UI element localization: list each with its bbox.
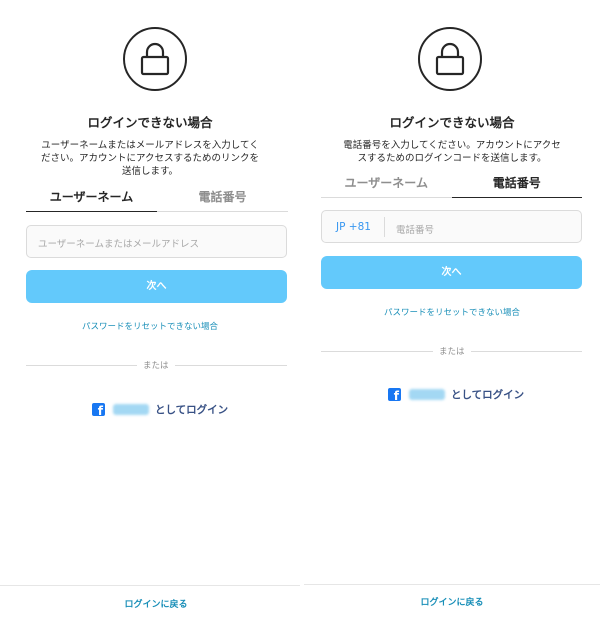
blurred-account-name xyxy=(409,389,445,400)
facebook-icon: f xyxy=(92,403,105,416)
blurred-account-name xyxy=(113,404,149,415)
input-placeholder: ユーザーネームまたはメールアドレス xyxy=(38,239,200,250)
instructions-line: 送信します。 xyxy=(121,166,179,177)
page-title: ログインできない場合 xyxy=(87,115,213,130)
tab-phone[interactable]: 電話番号 xyxy=(157,188,288,212)
tab-bar: ユーザーネーム 電話番号 xyxy=(26,188,288,212)
facebook-login-label: としてログイン xyxy=(451,389,525,401)
back-to-login-link[interactable]: ログインに戻る xyxy=(0,597,312,610)
input-placeholder: 電話番号 xyxy=(396,225,435,236)
lock-icon xyxy=(418,27,482,91)
instructions-text: ユーザーネームまたはメールアドレスを入力してく ださい。アカウントにアクセスする… xyxy=(28,139,272,178)
footer-divider xyxy=(304,584,600,585)
tab-username[interactable]: ユーザーネーム xyxy=(321,174,452,198)
page-title: ログインできない場合 xyxy=(389,115,515,130)
next-button[interactable]: 次へ xyxy=(321,256,582,289)
username-email-input[interactable]: ユーザーネームまたはメールアドレス xyxy=(26,225,287,258)
tab-bar: ユーザーネーム 電話番号 xyxy=(321,174,582,198)
footer-divider xyxy=(0,585,300,586)
facebook-login-label: としてログイン xyxy=(155,404,229,416)
facebook-login-button[interactable]: f としてログイン xyxy=(388,387,524,402)
phone-number-input[interactable]: JP +81 電話番号 xyxy=(321,210,582,243)
reset-password-link[interactable]: パスワードをリセットできない場合 xyxy=(304,306,600,318)
reset-password-link[interactable]: パスワードをリセットできない場合 xyxy=(0,320,300,332)
divider-or-text: または xyxy=(433,345,471,357)
right-screen: ログインできない場合 電話番号を入力してください。アカウントにアクセ スするため… xyxy=(304,0,600,628)
lock-icon xyxy=(123,27,187,91)
facebook-login-button[interactable]: f としてログイン xyxy=(92,402,228,417)
next-button[interactable]: 次へ xyxy=(26,270,287,303)
country-code-selector[interactable]: JP +81 xyxy=(336,221,371,233)
back-to-login-link[interactable]: ログインに戻る xyxy=(304,595,600,608)
input-separator xyxy=(384,217,385,237)
left-screen: ログインできない場合 ユーザーネームまたはメールアドレスを入力してく ださい。ア… xyxy=(0,0,300,628)
instructions-text: 電話番号を入力してください。アカウントにアクセ スするためのログインコードを送信… xyxy=(324,139,580,165)
tab-phone[interactable]: 電話番号 xyxy=(451,174,582,198)
facebook-icon: f xyxy=(388,388,401,401)
divider-or-text: または xyxy=(137,359,175,371)
instructions-line: 電話番号を入力してください。アカウントにアクセ xyxy=(343,140,561,151)
instructions-line: ださい。アカウントにアクセスするためのリンクを xyxy=(40,153,260,164)
instructions-line: ユーザーネームまたはメールアドレスを入力してく xyxy=(41,140,259,151)
instructions-line: スするためのログインコードを送信します。 xyxy=(357,153,547,164)
tab-username[interactable]: ユーザーネーム xyxy=(26,188,157,212)
